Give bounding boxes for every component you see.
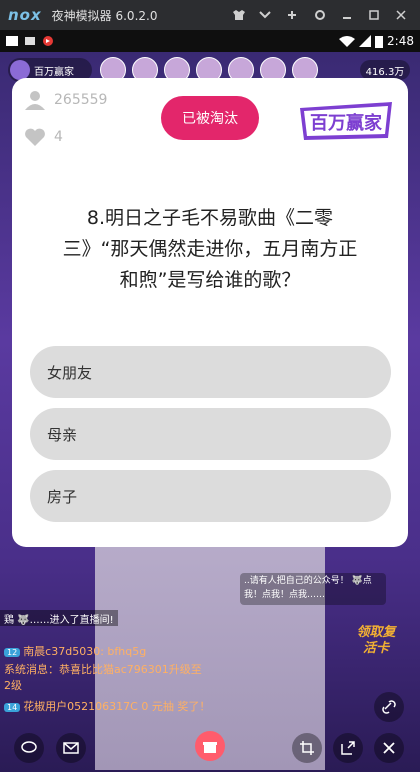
emulator-title-bar: nox 夜神模拟器 6.0.2.0 — [0, 0, 420, 30]
resurrect-card-button[interactable]: 领取复活卡 — [354, 625, 398, 661]
chat-message: 14 花椒用户052106317C 0 元抽 奖了！ — [4, 698, 214, 714]
close-icon[interactable] — [388, 0, 414, 30]
quiz-card: 265559 4 已被淘汰 百万赢家 8.明日之子毛不易歌曲《二零三》“那天偶然… — [12, 78, 408, 547]
clock: 2:48 — [387, 34, 414, 48]
players-remaining: 265559 — [24, 90, 107, 110]
chat-message-text: 系统消息：恭喜比比猫ac796301升级至2级 — [4, 663, 202, 692]
baiwan-yingjia-logo: 百万赢家 — [300, 102, 392, 140]
mail-icon[interactable] — [56, 733, 86, 763]
chevron-down-icon[interactable] — [252, 0, 278, 30]
gift-icon[interactable] — [195, 731, 225, 761]
maximize-icon[interactable] — [361, 0, 387, 30]
brand-text: 百万赢家 — [310, 112, 383, 134]
link-icon[interactable] — [374, 692, 404, 722]
chat-bubble: ..请有人把自己的公众号！ 🐺点我！点我！点我…… — [240, 573, 386, 605]
level-badge: 12 — [4, 648, 21, 657]
close-icon[interactable] — [374, 733, 404, 763]
host-name: 百万赢家 — [34, 66, 74, 78]
video-icon — [43, 36, 53, 46]
comment-icon[interactable] — [14, 733, 44, 763]
chat-message-text: 南晨c37d5030: bfhq5g — [23, 645, 147, 658]
minimize-icon[interactable] — [334, 0, 360, 30]
host-avatar — [10, 60, 30, 80]
answer-option[interactable]: 母亲 — [30, 408, 391, 460]
viewer-count: 416.3万 — [360, 60, 410, 80]
battery-icon — [375, 35, 384, 48]
screenshot-icon — [6, 36, 18, 46]
nox-logo: nox — [8, 6, 42, 24]
wifi-icon — [339, 36, 356, 47]
chat-message: 12 南晨c37d5030: bfhq5g — [4, 643, 234, 659]
answer-option[interactable]: 女朋友 — [30, 346, 391, 398]
gear-icon[interactable] — [307, 0, 333, 30]
chat-message-text: 花椒用户052106317C 0 元抽 奖了！ — [23, 700, 211, 713]
lives-count: 4 — [24, 127, 63, 147]
emulator-title: 夜神模拟器 6.0.2.0 — [51, 8, 158, 23]
app-icon — [25, 37, 35, 45]
level-badge: 14 — [4, 703, 21, 712]
question-text: 8.明日之子毛不易歌曲《二零三》“那天偶然走进你，五月南方正和煦”是写给谁的歌？ — [62, 207, 358, 291]
players-remaining-value: 265559 — [54, 92, 108, 108]
answer-option[interactable]: 房子 — [30, 470, 391, 522]
chat-message: 系统消息：恭喜比比猫ac796301升级至2级 — [4, 661, 204, 693]
enter-notice: 鶏 🐺……进入了直播间! — [0, 610, 118, 626]
share-icon[interactable] — [333, 733, 363, 763]
shirt-icon[interactable] — [226, 0, 252, 30]
crop-icon[interactable] — [292, 733, 322, 763]
eliminated-badge: 已被淘汰 — [161, 96, 259, 140]
person-icon — [25, 91, 45, 110]
heart-icon — [25, 128, 45, 146]
pin-icon[interactable] — [279, 0, 305, 30]
android-status-bar: 2:48 — [0, 30, 420, 52]
signal-icon — [359, 35, 372, 47]
lives-value: 4 — [54, 129, 63, 145]
